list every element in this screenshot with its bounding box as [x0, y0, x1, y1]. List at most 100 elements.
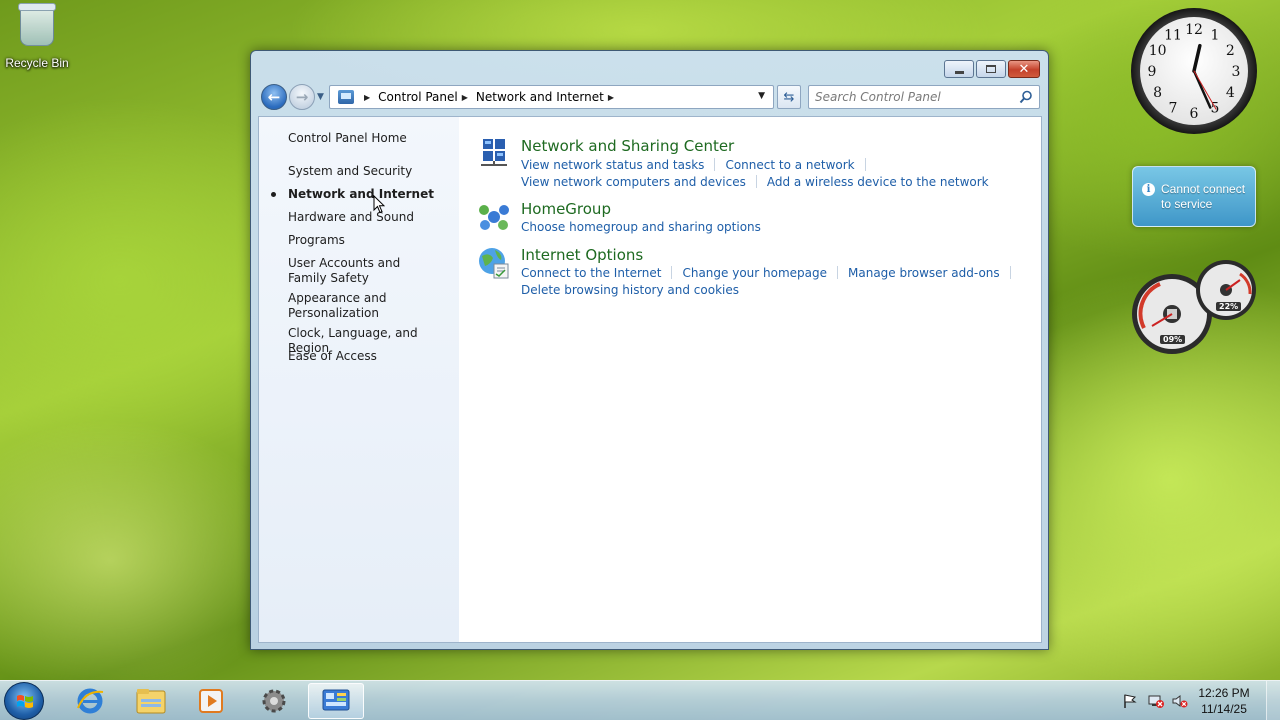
clock-numeral: 9 — [1148, 64, 1157, 80]
clock-numeral: 2 — [1226, 43, 1235, 59]
nav-network-and-internet[interactable]: Network and Internet — [288, 187, 453, 202]
clock-gadget[interactable]: 12 1 2 3 4 5 6 7 8 9 10 11 — [1131, 8, 1257, 134]
taskbar-clock[interactable]: 12:26 PM 11/14/25 — [1194, 685, 1254, 717]
network-sharing-links-row-2: View network computers and devices Add a … — [521, 175, 989, 189]
clock-numeral: 11 — [1164, 28, 1182, 44]
back-button[interactable]: ← — [261, 84, 287, 110]
choose-homegroup-options-link[interactable]: Choose homegroup and sharing options — [521, 220, 761, 234]
internet-options-links-row-2: Delete browsing history and cookies — [521, 283, 739, 297]
internet-options-links-row-1: Connect to the Internet Change your homep… — [521, 266, 1021, 280]
forward-button[interactable]: → — [289, 84, 315, 110]
recent-pages-dropdown[interactable]: ▼ — [317, 92, 324, 102]
change-homepage-link[interactable]: Change your homepage — [682, 266, 827, 280]
link-separator — [864, 158, 866, 171]
action-center-flag-icon[interactable] — [1122, 694, 1138, 708]
settings-gear-icon — [262, 689, 286, 713]
clock-numeral: 6 — [1190, 106, 1199, 122]
left-navigation-pane: Control Panel Home System and Security N… — [259, 117, 459, 642]
breadcrumb-chevron-icon[interactable]: ▶ — [364, 93, 370, 102]
internet-explorer-icon — [77, 688, 104, 714]
volume-muted-icon[interactable] — [1172, 694, 1188, 708]
refresh-button[interactable]: ⇆ — [777, 85, 801, 109]
breadcrumb-control-panel[interactable]: Control Panel — [378, 90, 458, 104]
arrow-right-icon: → — [295, 88, 309, 106]
link-separator — [671, 266, 673, 279]
weather-gadget[interactable]: i Cannot connect to service — [1132, 166, 1256, 227]
add-wireless-device-link[interactable]: Add a wireless device to the network — [767, 175, 989, 189]
nav-user-accounts[interactable]: User Accounts and Family Safety — [288, 256, 438, 286]
navigation-bar: ← → ▼ ▶ Control Panel ▶ Network and Inte… — [259, 84, 1040, 110]
network-sharing-icon — [481, 139, 507, 166]
close-button[interactable]: ✕ — [1008, 60, 1040, 78]
cpu-usage-value: 09% — [1160, 335, 1186, 344]
nav-programs[interactable]: Programs — [288, 233, 453, 248]
control-panel-home-link[interactable]: Control Panel Home — [288, 131, 453, 146]
link-separator — [714, 158, 716, 171]
connect-to-network-link[interactable]: Connect to a network — [725, 158, 854, 172]
link-separator — [837, 266, 838, 279]
search-input[interactable] — [815, 90, 1015, 104]
cpu-meter-gadget[interactable]: 09% 22% — [1130, 260, 1256, 356]
windows-logo-icon — [17, 695, 33, 708]
taskbar-settings[interactable] — [246, 683, 302, 719]
clock-dial: 12 1234567891011 — [1148, 22, 1241, 122]
clock-hour-hand — [1192, 43, 1202, 73]
network-status-icon[interactable] — [1148, 694, 1164, 708]
maximize-icon — [986, 65, 996, 73]
homegroup-links: Choose homegroup and sharing options — [521, 220, 761, 234]
view-network-computers-link[interactable]: View network computers and devices — [521, 175, 746, 189]
manage-add-ons-link[interactable]: Manage browser add-ons — [848, 266, 1000, 280]
address-dropdown-icon[interactable]: ▼ — [758, 91, 765, 101]
taskbar-control-panel[interactable] — [308, 683, 364, 719]
view-network-status-link[interactable]: View network status and tasks — [521, 158, 704, 172]
taskbar-media-player[interactable] — [183, 683, 239, 719]
homegroup-title[interactable]: HomeGroup — [521, 200, 611, 218]
delete-browsing-history-link[interactable]: Delete browsing history and cookies — [521, 283, 739, 297]
clock-numeral: 8 — [1153, 85, 1162, 101]
taskbar-date: 11/14/25 — [1201, 702, 1247, 716]
nav-system-and-security[interactable]: System and Security — [288, 164, 453, 179]
clock-numeral: 7 — [1169, 100, 1178, 116]
internet-options-icon — [479, 248, 509, 279]
nav-ease-of-access[interactable]: Ease of Access — [288, 349, 453, 364]
arrow-left-icon: ← — [267, 88, 281, 106]
mouse-cursor-icon — [373, 195, 385, 214]
close-icon: ✕ — [1018, 61, 1030, 77]
address-bar[interactable]: ▶ Control Panel ▶ Network and Internet ▶… — [329, 85, 774, 109]
internet-options-title[interactable]: Internet Options — [521, 246, 643, 264]
link-separator — [1009, 266, 1011, 279]
recycle-bin-label: Recycle Bin — [5, 56, 69, 70]
nav-hardware-and-sound[interactable]: Hardware and Sound — [288, 210, 453, 225]
current-page-bullet — [271, 192, 276, 197]
taskbar-internet-explorer[interactable] — [62, 683, 118, 719]
maximize-button[interactable] — [976, 60, 1006, 78]
homegroup-icon — [479, 205, 509, 230]
network-sharing-center-title[interactable]: Network and Sharing Center — [521, 137, 734, 155]
show-desktop-button[interactable] — [1266, 681, 1280, 720]
breadcrumb-network-and-internet[interactable]: Network and Internet — [476, 90, 604, 104]
info-icon: i — [1142, 183, 1155, 196]
network-sharing-links-row-1: View network status and tasks Connect to … — [521, 158, 876, 172]
connect-to-internet-link[interactable]: Connect to the Internet — [521, 266, 661, 280]
clock-numeral: 3 — [1232, 64, 1241, 80]
clock-numeral: 10 — [1149, 43, 1167, 59]
windows-explorer-icon — [136, 689, 166, 714]
minimize-button[interactable] — [944, 60, 974, 78]
breadcrumb-chevron-icon[interactable]: ▶ — [608, 93, 614, 102]
control-panel-window: ✕ ← → ▼ ▶ Control Panel ▶ Network and In… — [250, 50, 1049, 650]
media-player-icon — [199, 689, 223, 713]
recycle-bin[interactable]: Recycle Bin — [4, 3, 70, 70]
nav-appearance[interactable]: Appearance and Personalization — [288, 291, 388, 321]
clock-numeral: 4 — [1226, 85, 1235, 101]
start-button[interactable] — [4, 682, 44, 720]
system-tray: 12:26 PM 11/14/25 — [1120, 681, 1280, 720]
search-icon[interactable] — [1019, 90, 1033, 104]
memory-usage-value: 22% — [1216, 302, 1242, 311]
taskbar-time: 12:26 PM — [1198, 686, 1250, 700]
recycle-bin-icon — [18, 3, 56, 46]
search-box[interactable] — [808, 85, 1040, 109]
breadcrumb-chevron-icon[interactable]: ▶ — [462, 93, 468, 102]
taskbar-windows-explorer[interactable] — [123, 683, 179, 719]
clock-minute-hand — [1192, 69, 1212, 109]
weather-gadget-message: Cannot connect to service — [1161, 182, 1246, 211]
